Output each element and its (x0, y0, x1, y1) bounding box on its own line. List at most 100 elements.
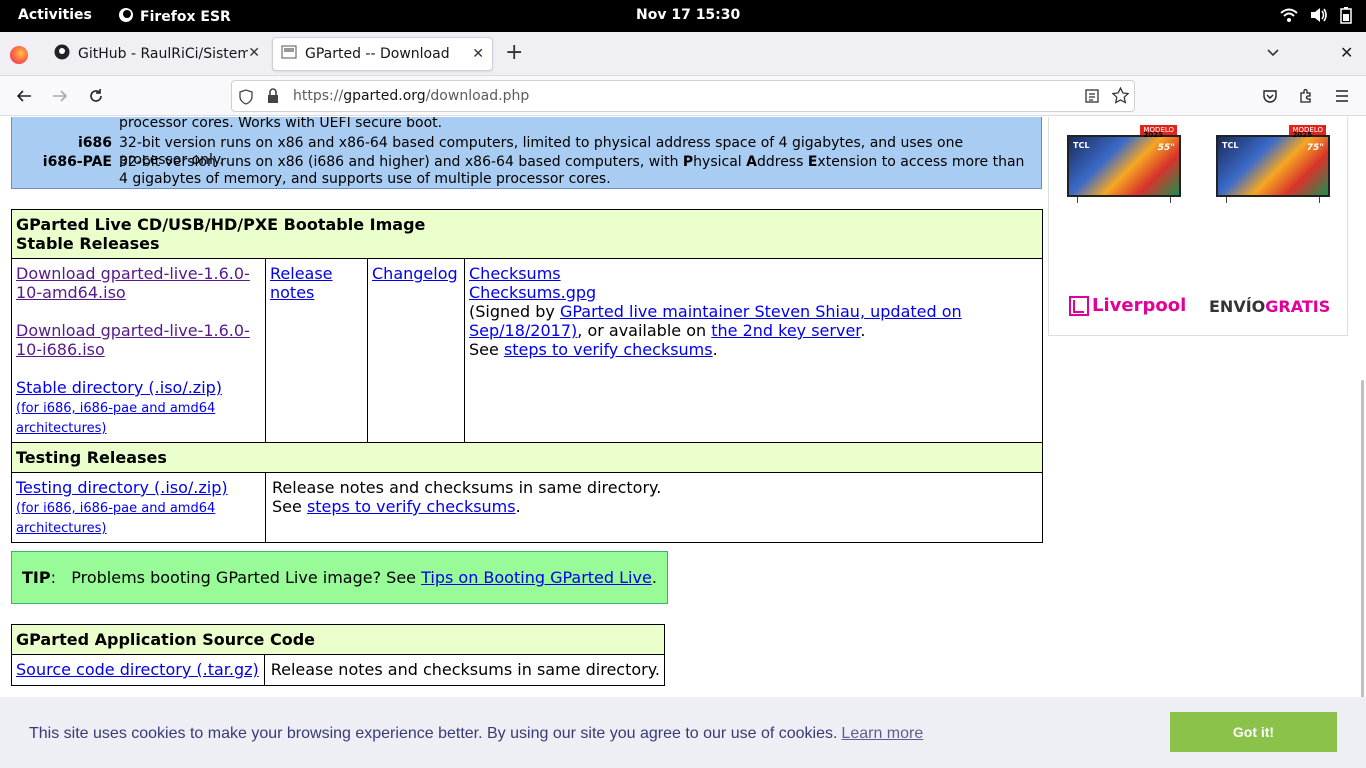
cookie-accept-button[interactable]: Got it! (1170, 712, 1337, 752)
system-tray[interactable] (1280, 6, 1352, 28)
signed-mid: , or available on (577, 321, 712, 340)
source-directory-link[interactable]: Source code directory (.tar.gz) (16, 660, 259, 679)
page-icon (281, 44, 297, 64)
activities-button[interactable]: Activities (18, 7, 92, 23)
desc-bold: E (807, 154, 818, 170)
firefox-icon (118, 7, 134, 27)
list-all-tabs-icon[interactable] (1265, 44, 1281, 64)
desc-part: 32-bit version runs on x86 (i686 and hig… (119, 154, 683, 170)
tv-brand: TCL (1073, 141, 1090, 150)
cookie-text: This site uses cookies to make your brow… (29, 725, 838, 742)
tv-brand: TCL (1222, 141, 1239, 150)
testing-notes-cell: Release notes and checksums in same dire… (265, 472, 1043, 543)
tip-message: Problems booting GParted Live image? See (71, 568, 422, 587)
testing-directory-note-link[interactable]: (for i686, i686-pae and amd64 architectu… (16, 501, 215, 536)
arch-partial-desc: processor cores. Works with UEFI secure … (119, 117, 443, 131)
volume-icon (1310, 7, 1328, 27)
downloads-cell: Download gparted-live-1.6.0-10-amd64.iso… (11, 258, 266, 443)
tab-strip: GitHub - RaulRiCi/Sistema ✕ GParted -- D… (0, 32, 1366, 76)
live-header-line2: Stable Releases (16, 234, 160, 253)
system-top-bar: Activities Firefox ESR Nov 17 15:30 (0, 0, 1366, 32)
tab-gparted[interactable]: GParted -- Download ✕ (272, 37, 493, 71)
url-bar[interactable]: https://gparted.org/download.php (231, 80, 1135, 112)
scrollbar-thumb[interactable] (1361, 380, 1364, 720)
firefox-view-icon[interactable] (10, 46, 28, 64)
source-dir-cell: Source code directory (.tar.gz) (11, 654, 265, 686)
shipping-word-a: ENVÍO (1209, 297, 1266, 316)
battery-icon (1340, 6, 1352, 28)
app-menu[interactable]: Firefox ESR (118, 7, 231, 27)
release-notes-cell: Release notes (265, 258, 368, 443)
reader-view-icon[interactable] (1084, 88, 1100, 108)
close-tab-icon[interactable]: ✕ (248, 45, 260, 61)
reload-icon[interactable] (84, 84, 108, 108)
architecture-box: processor cores. Works with UEFI secure … (11, 117, 1042, 189)
close-tab-icon[interactable]: ✕ (472, 46, 484, 62)
free-shipping-text: ENVÍOGRATIS (1209, 297, 1330, 316)
arch-name-i686-pae: i686-PAE (42, 154, 112, 170)
desc-part: ddress (756, 154, 808, 170)
app-menu-icon[interactable] (1330, 84, 1354, 108)
live-header-line1: GParted Live CD/USB/HD/PXE Bootable Imag… (16, 215, 426, 234)
cookie-banner: This site uses cookies to make your brow… (0, 697, 1366, 768)
download-i686-link[interactable]: Download gparted-live-1.6.0-10-i686.iso (16, 321, 250, 359)
release-notes-link[interactable]: Release notes (270, 264, 333, 302)
desc-bold: P (682, 154, 694, 170)
url-prefix: https:// (293, 88, 344, 104)
back-icon[interactable] (12, 84, 36, 108)
tip-colon: : (50, 568, 56, 587)
live-table-header: GParted Live CD/USB/HD/PXE Bootable Imag… (11, 209, 1043, 259)
stable-directory-note-link[interactable]: (for i686, i686-pae and amd64 architectu… (16, 401, 215, 436)
tv-size: 55" (1157, 143, 1175, 153)
pocket-icon[interactable] (1258, 84, 1282, 108)
period-text: . (515, 497, 521, 516)
new-tab-button[interactable]: + (505, 42, 523, 64)
checksums-gpg-link[interactable]: Checksums.gpg (469, 283, 596, 302)
page-content: processor cores. Works with UEFI secure … (0, 117, 1366, 768)
live-image-table: GParted Live CD/USB/HD/PXE Bootable Imag… (11, 209, 1043, 543)
learn-more-link[interactable]: Learn more (841, 725, 923, 742)
source-code-table: GParted Application Source Code Source c… (11, 624, 666, 686)
github-icon (54, 44, 70, 64)
lock-icon[interactable] (266, 88, 280, 108)
forward-icon[interactable] (48, 84, 72, 108)
url-text[interactable]: https://gparted.org/download.php (293, 88, 529, 104)
tracking-protection-icon[interactable] (238, 89, 254, 109)
key-server-link[interactable]: the 2nd key server (711, 321, 860, 340)
cookie-message: This site uses cookies to make your brow… (29, 725, 923, 743)
download-amd64-link[interactable]: Download gparted-live-1.6.0-10-amd64.iso (16, 264, 250, 302)
changelog-link[interactable]: Changelog (372, 264, 458, 283)
advertisement[interactable]: MODELO 2025 TCL 55" MODELO 2025 TCL 75" … (1048, 117, 1348, 336)
tv-stand (1226, 197, 1320, 203)
testing-directory-link[interactable]: Testing directory (.iso/.zip) (16, 478, 228, 497)
testing-notes-text: Release notes and checksums in same dire… (272, 478, 662, 497)
extensions-icon[interactable] (1294, 84, 1318, 108)
app-name: Firefox ESR (140, 9, 231, 25)
tv-ad-75[interactable]: MODELO 2025 TCL 75" (1216, 125, 1330, 203)
verify-checksums-link[interactable]: steps to verify checksums (504, 340, 713, 359)
store-name: Liverpool (1092, 295, 1187, 316)
signed-end: . (860, 321, 866, 340)
testing-dir-cell: Testing directory (.iso/.zip) (for i686,… (11, 472, 266, 543)
booting-tips-link[interactable]: Tips on Booting GParted Live (421, 568, 652, 587)
url-path: /download.php (425, 88, 530, 104)
checksums-link[interactable]: Checksums (469, 264, 561, 283)
see-text: See (272, 497, 307, 516)
arch-desc-i686-pae: 32-bit version runs on x86 (i686 and hig… (119, 154, 1034, 188)
checksums-cell: Checksums Checksums.gpg (Signed by GPart… (464, 258, 1043, 443)
testing-verify-link[interactable]: steps to verify checksums (307, 497, 516, 516)
window-close-icon[interactable]: ✕ (1340, 43, 1353, 62)
bookmark-star-icon[interactable] (1111, 86, 1130, 108)
wifi-icon (1280, 7, 1298, 27)
url-domain: gparted.org (343, 88, 426, 104)
stable-directory-link[interactable]: Stable directory (.iso/.zip) (16, 378, 222, 397)
clock[interactable]: Nov 17 15:30 (636, 7, 740, 23)
testing-header: Testing Releases (11, 442, 1043, 473)
tab-title: GParted -- Download (305, 46, 450, 62)
tv-ad-55[interactable]: MODELO 2025 TCL 55" (1067, 125, 1181, 203)
navigation-toolbar: https://gparted.org/download.php (0, 76, 1366, 116)
liverpool-icon (1069, 295, 1089, 316)
source-notes-cell: Release notes and checksums in same dire… (263, 654, 666, 686)
tv-size: 75" (1306, 143, 1324, 153)
tab-github[interactable]: GitHub - RaulRiCi/Sistema ✕ (46, 37, 268, 71)
